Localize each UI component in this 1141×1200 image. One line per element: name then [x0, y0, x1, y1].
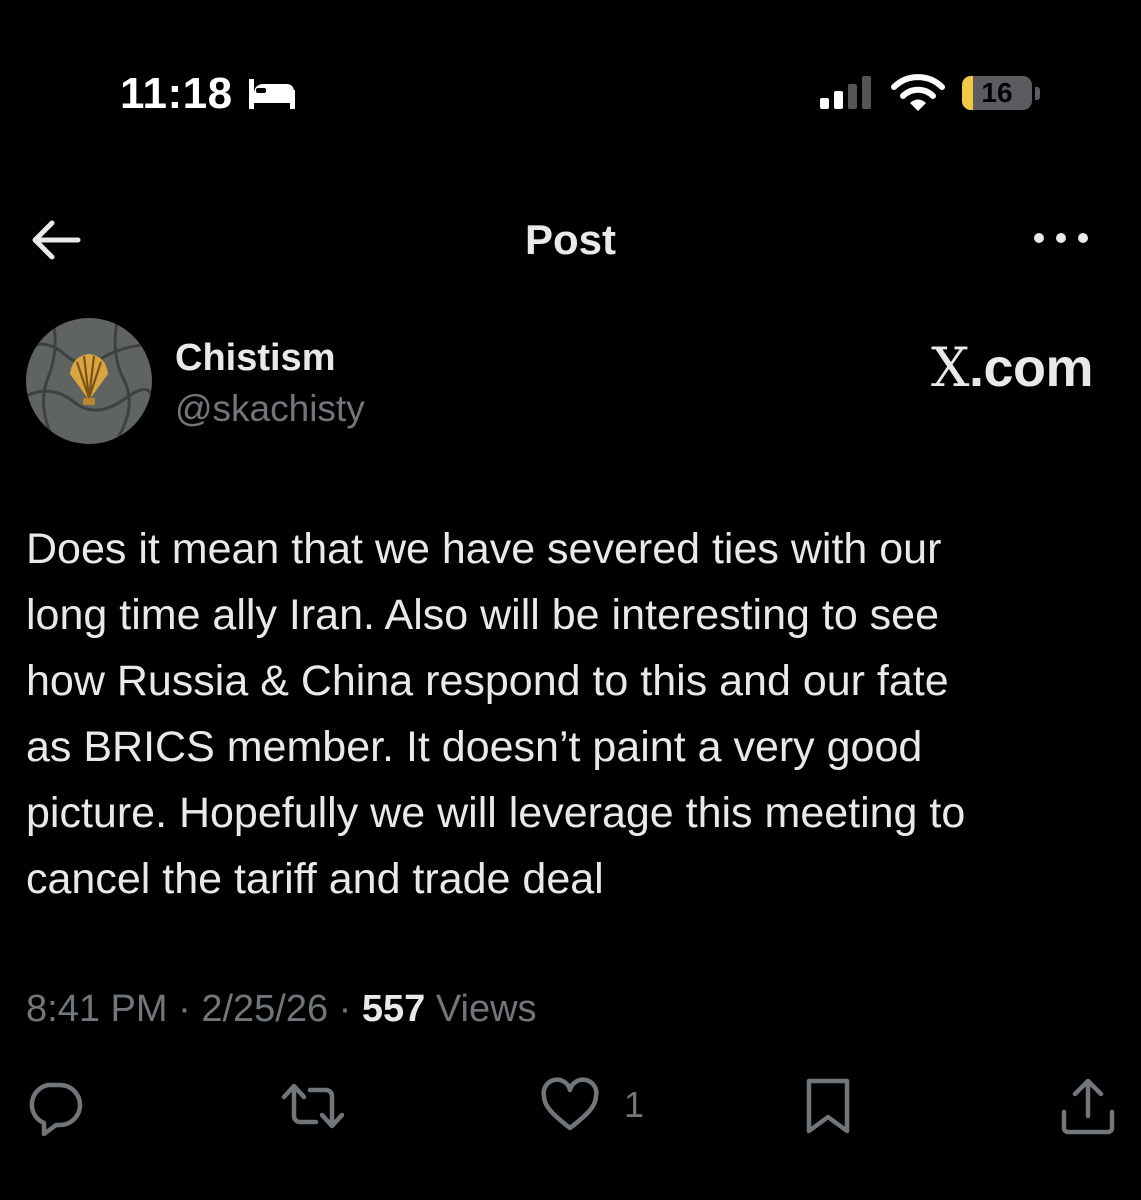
like-button[interactable]: 1	[540, 1076, 650, 1136]
wifi-icon	[890, 74, 946, 114]
battery-indicator: 16	[962, 76, 1042, 112]
author-handle[interactable]: @skachisty	[175, 385, 365, 433]
post-text: Does it mean that we have severed ties w…	[26, 525, 966, 903]
bed-icon	[246, 76, 298, 112]
repost-button[interactable]	[280, 1076, 346, 1136]
more-horizontal-icon[interactable]	[1030, 226, 1092, 250]
cellular-signal-icon	[818, 74, 876, 110]
post-time: 8:41 PM	[26, 988, 168, 1030]
author-name[interactable]: Chistism	[175, 334, 335, 382]
status-time: 11:18	[120, 69, 233, 118]
views-count[interactable]: 557	[362, 988, 425, 1030]
repost-icon	[281, 1083, 345, 1129]
post-meta: 8:41 PM · 2/25/26 · 557 Views	[26, 984, 537, 1034]
reply-button[interactable]	[24, 1076, 84, 1136]
x-com-watermark: X.com	[931, 336, 1094, 399]
share-icon	[1061, 1078, 1115, 1135]
meta-separator: ·	[178, 988, 191, 1030]
share-button[interactable]	[1058, 1076, 1118, 1136]
heart-icon	[541, 1077, 599, 1131]
bookmark-button[interactable]	[800, 1076, 856, 1136]
post-date: 2/25/26	[201, 988, 329, 1030]
battery-nub	[1035, 87, 1040, 100]
like-count: 1	[624, 1084, 645, 1125]
battery-level: 16	[981, 77, 1013, 108]
views-label: Views	[435, 988, 537, 1030]
avatar[interactable]	[26, 318, 152, 444]
scallop-shell-avatar	[26, 318, 152, 444]
page-title: Post	[524, 216, 616, 263]
reply-icon	[29, 1082, 83, 1136]
meta-separator: ·	[338, 988, 352, 1030]
bookmark-icon	[806, 1078, 850, 1134]
